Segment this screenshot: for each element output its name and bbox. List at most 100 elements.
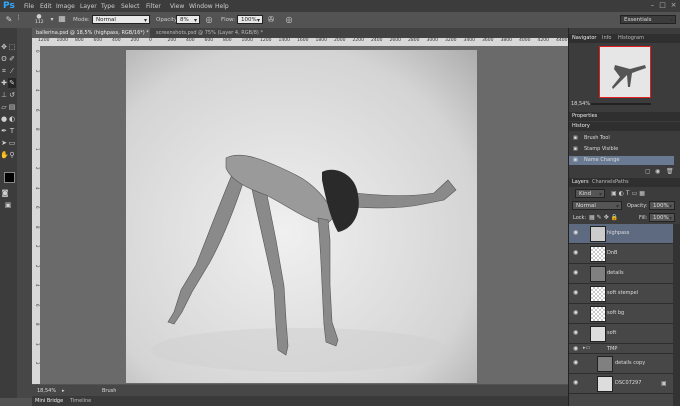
minimize-icon[interactable]: – bbox=[648, 2, 657, 9]
quick-select-tool-icon[interactable]: ✐ bbox=[8, 54, 16, 64]
layers-scrollbar[interactable] bbox=[673, 224, 680, 406]
eye-icon[interactable]: ◉ bbox=[573, 329, 578, 336]
brush-tool-icon[interactable]: ✎ bbox=[4, 16, 14, 24]
layer-row[interactable]: ◉ details copy bbox=[569, 354, 673, 374]
navigator-zoom[interactable]: 18,54% bbox=[571, 101, 590, 107]
layer-row[interactable]: ◉ highpass bbox=[569, 224, 673, 244]
pen-tool-icon[interactable]: ✒ bbox=[0, 126, 8, 136]
history-item-selected[interactable]: ▣ Name Change bbox=[569, 156, 674, 165]
menu-layer[interactable]: Layer bbox=[80, 3, 97, 10]
tab-navigator[interactable]: Navigator bbox=[572, 35, 596, 41]
flow-field[interactable]: 100% bbox=[237, 15, 263, 25]
ruler-tick-label: 2000 bbox=[334, 38, 346, 43]
close-icon[interactable]: × bbox=[669, 2, 678, 9]
history-title[interactable]: History bbox=[572, 123, 590, 129]
history-brush-tool-icon[interactable]: ↺ bbox=[8, 90, 16, 100]
screen-mode-icon[interactable]: ▣ bbox=[4, 200, 12, 210]
menu-image[interactable]: Image bbox=[56, 3, 75, 10]
chevron-down-icon[interactable]: ▾ bbox=[48, 16, 56, 24]
eyedropper-tool-icon[interactable]: ⁄ bbox=[8, 66, 16, 76]
airbrush-icon[interactable]: ✇ bbox=[266, 16, 276, 24]
new-document-from-state-icon[interactable]: ▢ bbox=[645, 168, 651, 175]
menu-filter[interactable]: Filter bbox=[146, 3, 161, 10]
tab-channels[interactable]: Channels bbox=[592, 179, 615, 185]
workspace-dropdown[interactable]: Essentials bbox=[620, 15, 676, 25]
maximize-icon[interactable]: □ bbox=[658, 2, 667, 9]
brush-tool-icon[interactable]: ✎ bbox=[8, 78, 16, 88]
zoom-tool-icon[interactable]: ⚲ bbox=[8, 150, 16, 160]
path-select-tool-icon[interactable]: ➤ bbox=[0, 138, 8, 148]
tab-paths[interactable]: Paths bbox=[615, 179, 629, 185]
layer-row[interactable]: ◉ soft bg bbox=[569, 304, 673, 324]
camera-icon[interactable]: ◉ bbox=[655, 168, 660, 175]
menu-help[interactable]: Help bbox=[215, 3, 229, 10]
ruler-tick-label: 1400 bbox=[278, 38, 290, 43]
tab-mini-bridge[interactable]: Mini Bridge bbox=[35, 398, 63, 404]
eye-icon[interactable]: ◉ bbox=[573, 379, 578, 386]
layer-filter-icons[interactable]: ▣◐T▭▦ bbox=[611, 190, 647, 197]
lock-label: Lock: bbox=[573, 215, 587, 221]
eye-icon[interactable]: ◉ bbox=[573, 309, 578, 316]
layer-row[interactable]: ◉ DnB bbox=[569, 244, 673, 264]
layer-filter-kind[interactable]: Kind bbox=[575, 189, 605, 199]
pressure-size-icon[interactable]: ◎ bbox=[284, 16, 294, 24]
layer-opacity-field[interactable]: 100% bbox=[649, 201, 675, 211]
blur-tool-icon[interactable]: ● bbox=[0, 114, 8, 124]
hand-tool-icon[interactable]: ✋ bbox=[0, 150, 9, 160]
tab-layers[interactable]: Layers bbox=[572, 179, 589, 185]
quick-mask-icon[interactable]: ◙ bbox=[1, 188, 9, 198]
layer-row[interactable]: ◉ DSC07297 ▣ bbox=[569, 374, 673, 394]
trash-icon[interactable]: 🗑 bbox=[666, 168, 674, 175]
menu-type[interactable]: Type bbox=[101, 3, 115, 10]
shape-tool-icon[interactable]: ▭ bbox=[8, 138, 16, 148]
opacity-field[interactable]: 8% bbox=[176, 15, 200, 25]
eye-icon[interactable]: ◉ bbox=[573, 229, 578, 236]
eye-icon[interactable]: ◉ bbox=[573, 289, 578, 296]
dodge-tool-icon[interactable]: ◐ bbox=[8, 114, 16, 124]
menu-select[interactable]: Select bbox=[121, 3, 140, 10]
layer-row[interactable]: ◉ details bbox=[569, 264, 673, 284]
history-item[interactable]: ▣ Brush Tool bbox=[569, 134, 674, 143]
type-tool-icon[interactable]: T bbox=[8, 126, 16, 136]
layer-row[interactable]: ◉ soft stempel bbox=[569, 284, 673, 304]
tab-screenshots[interactable]: screenshots.psd @ 75% (Layer 4, RGB/8) * bbox=[152, 28, 276, 38]
layer-row[interactable]: ◉ soft bbox=[569, 324, 673, 344]
foreground-color-swatch[interactable] bbox=[4, 172, 15, 183]
blend-mode-dropdown[interactable]: Normal bbox=[572, 201, 622, 211]
layer-group-row[interactable]: ◉ ▸▭ TMP bbox=[569, 344, 673, 354]
tab-info[interactable]: Info bbox=[602, 35, 611, 41]
eye-icon[interactable]: ◉ bbox=[573, 359, 578, 366]
properties-title[interactable]: Properties bbox=[572, 113, 597, 119]
tab-timeline[interactable]: Timeline bbox=[70, 398, 91, 404]
history-item[interactable]: ▣ Stamp Visible bbox=[569, 145, 674, 154]
lock-icons[interactable]: ▦✎✥🔒 bbox=[589, 214, 620, 221]
mode-dropdown[interactable]: Normal bbox=[92, 15, 150, 25]
eraser-tool-icon[interactable]: ▱ bbox=[0, 102, 8, 112]
tab-ballerina[interactable]: ballerina.psd @ 18,5% (highpass, RGB/16*… bbox=[32, 28, 150, 38]
menu-file[interactable]: File bbox=[24, 3, 34, 10]
marquee-tool-icon[interactable]: ⬚ bbox=[8, 42, 16, 52]
eye-icon[interactable]: ◉ bbox=[573, 345, 578, 352]
menu-view[interactable]: View bbox=[170, 3, 184, 10]
menu-edit[interactable]: Edit bbox=[40, 3, 52, 10]
status-arrow-icon[interactable]: ▸ bbox=[62, 388, 65, 394]
layer-group-name: TMP bbox=[607, 346, 618, 352]
fill-field[interactable]: 100% bbox=[649, 213, 675, 223]
clone-stamp-tool-icon[interactable]: ⊥ bbox=[0, 90, 8, 100]
lasso-tool-icon[interactable]: ʘ bbox=[0, 54, 8, 64]
document-canvas[interactable] bbox=[126, 50, 477, 383]
menu-window[interactable]: Window bbox=[189, 3, 213, 10]
eye-icon[interactable]: ◉ bbox=[573, 249, 578, 256]
zoom-level[interactable]: 18,54% bbox=[37, 388, 56, 394]
pressure-opacity-icon[interactable]: ◎ bbox=[204, 16, 214, 24]
move-tool-icon[interactable]: ✥ bbox=[0, 42, 8, 52]
eye-icon[interactable]: ◉ bbox=[573, 269, 578, 276]
tab-histogram[interactable]: Histogram bbox=[618, 35, 644, 41]
navigator-zoom-slider[interactable] bbox=[591, 103, 651, 105]
healing-tool-icon[interactable]: ✚ bbox=[0, 78, 8, 88]
brush-panel-icon[interactable]: ▦ bbox=[57, 15, 67, 23]
gradient-tool-icon[interactable]: ▤ bbox=[8, 102, 16, 112]
crop-tool-icon[interactable]: ⌗ bbox=[0, 66, 8, 76]
folder-icon[interactable]: ▸▭ bbox=[583, 345, 590, 351]
navigator-preview[interactable] bbox=[599, 46, 651, 98]
